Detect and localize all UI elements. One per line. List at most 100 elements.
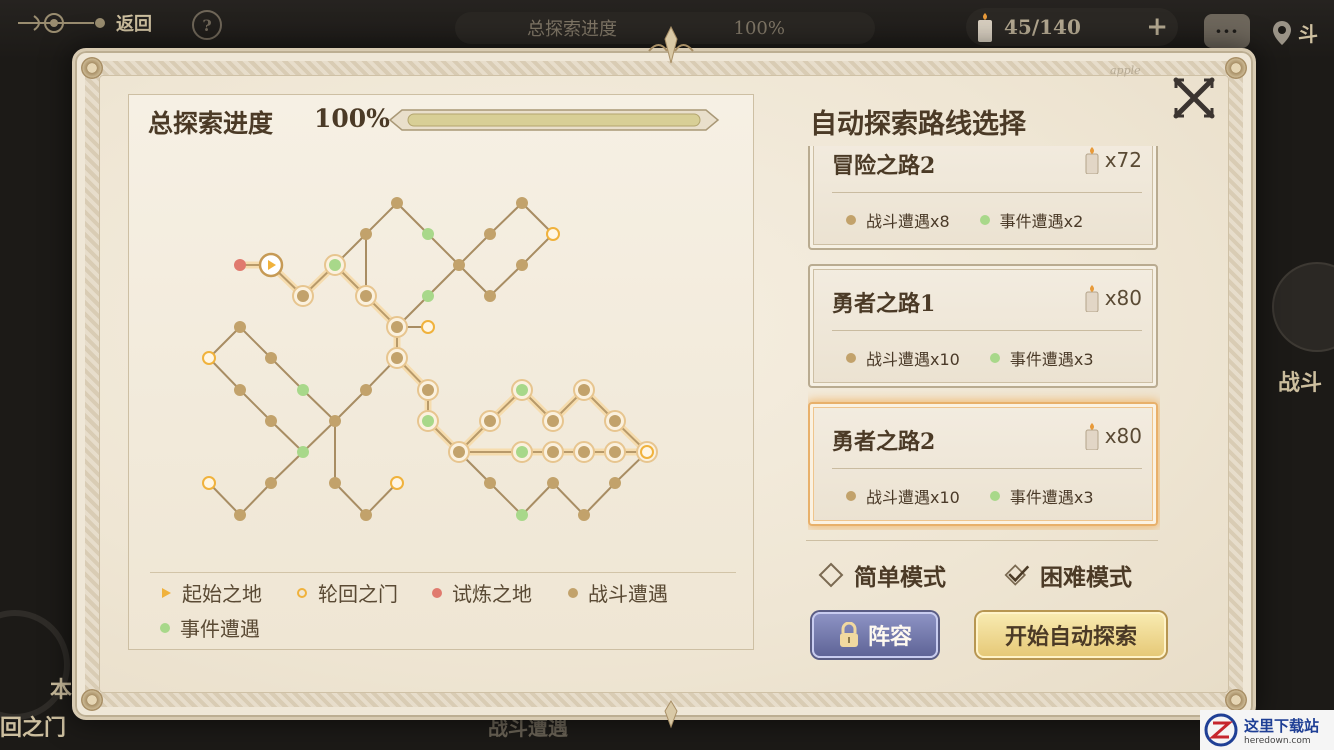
lineup-button[interactable]: 阵容: [812, 612, 938, 658]
route-cost: x80: [1083, 422, 1142, 450]
route-card-selected[interactable]: 勇者之路2 x80 战斗遭遇x10 事件遭遇x3: [808, 402, 1158, 526]
battle-node: [391, 197, 403, 209]
battle-node: [265, 352, 277, 364]
candle-icon: [1085, 423, 1099, 450]
side-left-label-1: 本: [50, 677, 73, 703]
event-node: [422, 290, 434, 302]
map-path: [427, 233, 460, 266]
route-card[interactable]: 勇者之路1 x80 战斗遭遇x10 事件遭遇x3: [808, 264, 1158, 388]
side-battle-label: 战斗: [1278, 370, 1323, 396]
portal-icon: [297, 587, 307, 598]
help-button[interactable]: ?: [192, 10, 222, 40]
close-button[interactable]: [1166, 70, 1222, 126]
map-path: [396, 202, 429, 235]
event-node: [297, 446, 309, 458]
map-legend: 起始之地 轮回之门 试炼之地 战斗遭遇 事件遭遇: [160, 578, 740, 642]
map-path: [239, 326, 272, 359]
back-ornament-icon: [18, 13, 105, 33]
battle-node: [265, 415, 277, 427]
exploration-map: [202, 197, 658, 521]
route-stats: 战斗遭遇x10 事件遭遇x3: [846, 346, 1094, 370]
battle-node: [547, 477, 559, 489]
map-path: [270, 357, 304, 391]
trial-dot-icon: [432, 587, 442, 598]
battle-node: [484, 477, 496, 489]
route-name: 冒险之路2: [832, 153, 936, 179]
easy-mode-label: 简单模式: [854, 564, 946, 591]
battle-node: [265, 477, 277, 489]
route-divider: [832, 468, 1142, 469]
legend-trial: 试炼之地: [432, 578, 568, 607]
route-event-count: 事件遭遇x3: [1009, 350, 1094, 369]
portal-node: [546, 227, 560, 241]
close-icon: [1173, 77, 1215, 119]
candle-counter: 45/140 +: [966, 8, 1178, 46]
corner-ornament-icon: [1225, 689, 1247, 711]
battle-node: [360, 384, 372, 396]
legend-divider: [150, 572, 736, 573]
map-path: [334, 482, 367, 516]
map-path: [458, 264, 491, 297]
battle-node: [360, 228, 372, 240]
battle-node: [453, 259, 465, 271]
chat-button[interactable]: ···: [1204, 14, 1250, 48]
event-node: [422, 228, 434, 240]
location-pin-icon: [1273, 20, 1291, 45]
back-button[interactable]: 返回: [14, 8, 152, 38]
watermark-logo-icon: [1204, 713, 1238, 747]
event-node: [516, 446, 528, 458]
event-node: [329, 259, 341, 271]
battle-dot-icon: [846, 215, 856, 225]
route-battle-count: 战斗遭遇x10: [866, 350, 960, 369]
route-divider: [832, 192, 1142, 193]
battle-dot-icon: [846, 353, 856, 363]
candle-count: 45/140: [1004, 15, 1081, 39]
progress-value: 100%: [314, 104, 390, 133]
lock-icon: [839, 622, 858, 647]
map-path: [270, 420, 304, 453]
map-path: [489, 482, 523, 516]
location-button[interactable]: 斗: [1272, 18, 1318, 47]
event-node: [516, 509, 528, 521]
hard-mode-label: 困难模式: [1040, 564, 1132, 591]
route-select-title: 自动探索路线选择: [810, 109, 1026, 140]
route-stats: 战斗遭遇x8 事件遭遇x2: [846, 208, 1083, 232]
map-path: [302, 389, 336, 422]
route-list[interactable]: 冒险之路2 x72 战斗遭遇x8 事件遭遇x2 勇者之路1 x80 战斗遭遇x1…: [808, 146, 1160, 530]
battle-node: [329, 415, 341, 427]
battle-node: [516, 259, 528, 271]
portal-node: [202, 351, 216, 365]
legend-portal-label: 轮回之门: [318, 582, 398, 606]
hard-mode-option[interactable]: 困难模式: [1004, 558, 1132, 592]
legend-start-label: 起始之地: [182, 582, 262, 606]
battle-node: [578, 446, 590, 458]
route-cost-value: x80: [1104, 424, 1142, 448]
battle-node: [484, 290, 496, 302]
watermark: 这里下载站 heredown.com: [1200, 710, 1334, 750]
map-path: [458, 233, 491, 266]
route-cost-value: x72: [1104, 148, 1142, 172]
side-battle-button[interactable]: [1272, 262, 1334, 352]
route-battle-count: 战斗遭遇x10: [866, 488, 960, 507]
corner-ornament-icon: [81, 689, 103, 711]
map-path: [552, 482, 585, 516]
battle-node: [360, 290, 372, 302]
easy-mode-option[interactable]: 简单模式: [818, 558, 946, 592]
map-path: [489, 202, 523, 235]
route-card[interactable]: 冒险之路2 x72 战斗遭遇x8 事件遭遇x2: [808, 146, 1158, 250]
route-event-count: 事件遭遇x2: [999, 212, 1084, 231]
apple-mark: apple: [1110, 64, 1141, 77]
battle-dot-icon: [846, 491, 856, 501]
map-path: [239, 482, 272, 516]
start-auto-explore-button[interactable]: 开始自动探索: [976, 612, 1166, 658]
add-candle-button[interactable]: +: [1146, 12, 1168, 42]
candle-icon: [1085, 147, 1099, 174]
watermark-en: heredown.com: [1244, 735, 1311, 746]
portal-node: [421, 320, 435, 334]
battle-dot-icon: [568, 587, 578, 598]
battle-node: [547, 446, 559, 458]
bottom-ornament-icon: [664, 700, 678, 729]
event-dot-icon: [979, 215, 990, 225]
lineup-label: 阵容: [867, 624, 912, 650]
corner-ornament-icon: [81, 57, 103, 79]
